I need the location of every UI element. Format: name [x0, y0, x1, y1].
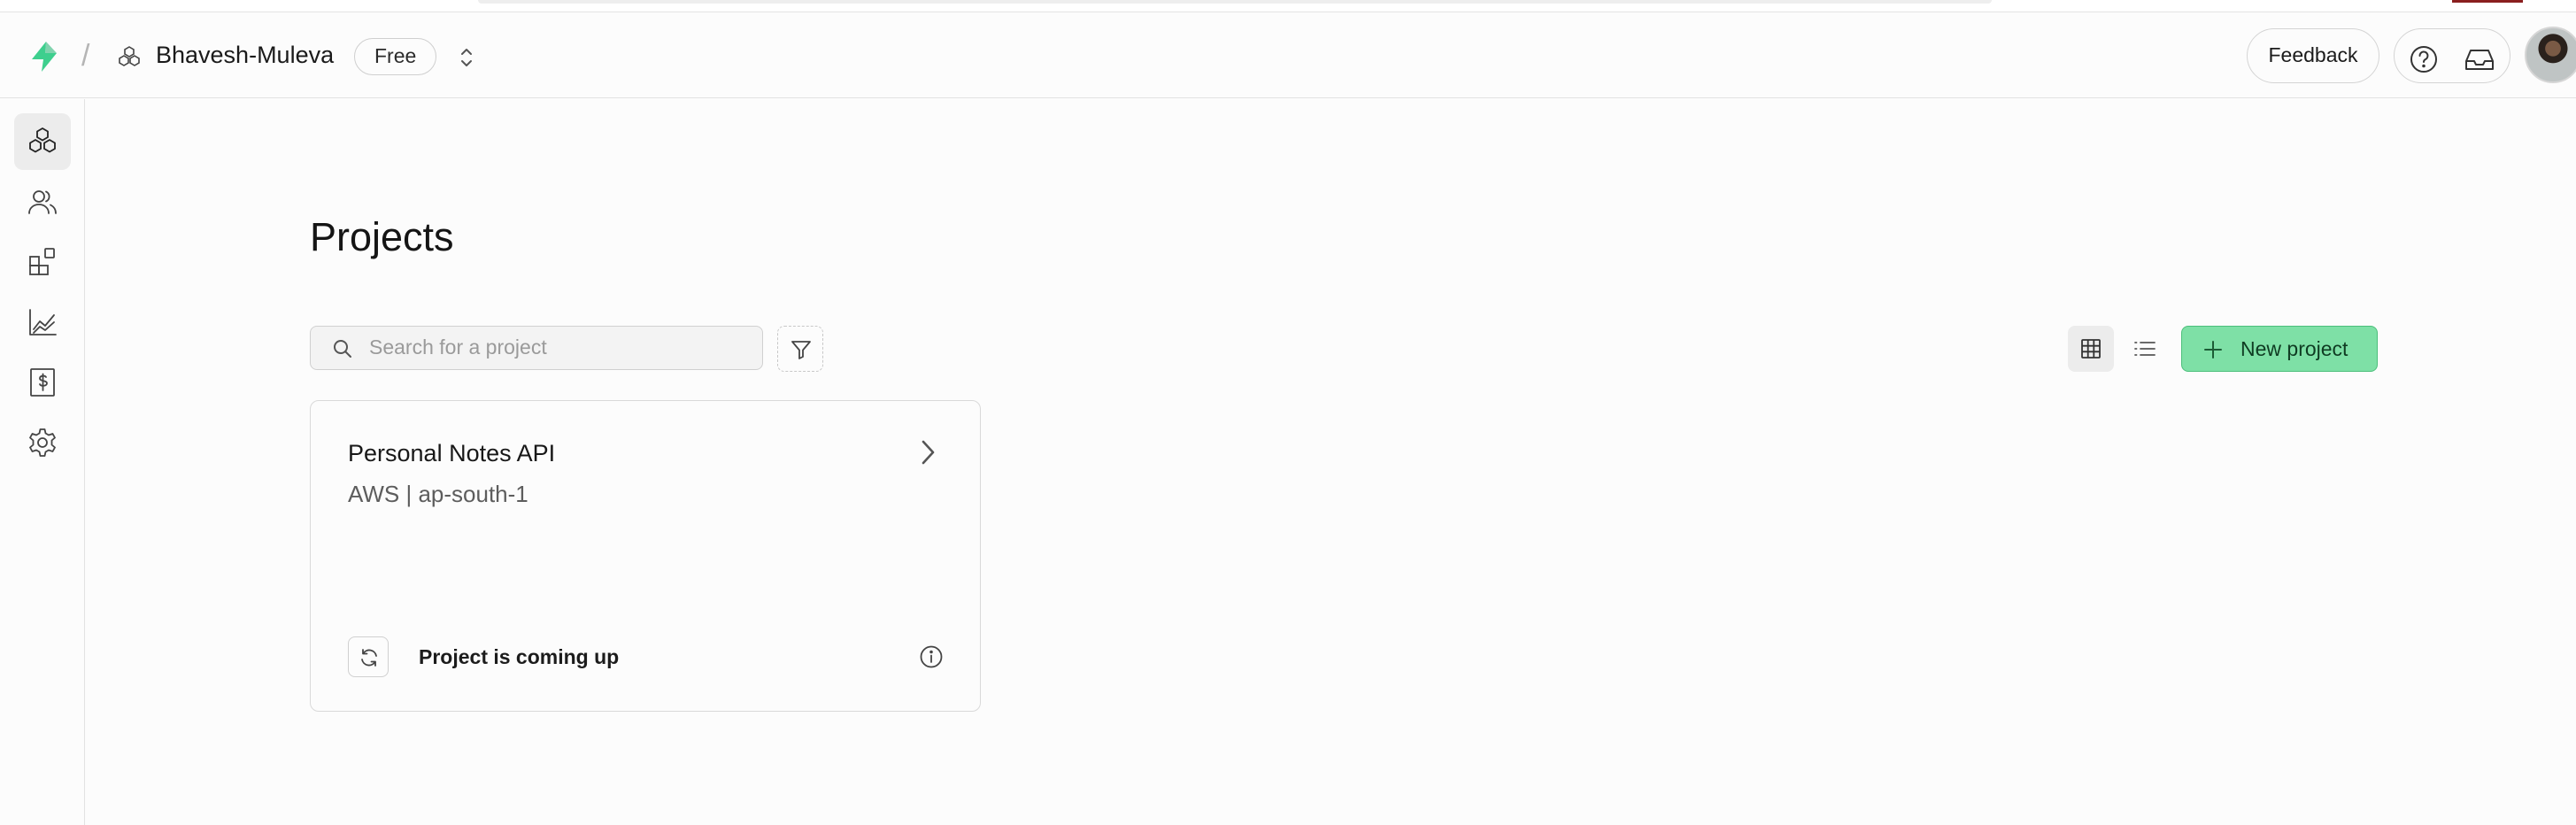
org-cubes-icon [119, 46, 140, 66]
inbox-icon[interactable] [2463, 43, 2496, 75]
lightning-bolt-logo[interactable] [27, 39, 62, 74]
top-header: / Bhavesh-Muleva Free Feedback [0, 12, 2576, 98]
new-project-label: New project [2241, 337, 2348, 360]
list-view-toggle[interactable] [2121, 326, 2167, 372]
status-icon-box [348, 636, 389, 677]
filter-button[interactable] [777, 326, 823, 372]
integrations-blocks-icon [29, 248, 55, 275]
sidebar-item-integrations[interactable] [14, 234, 71, 290]
team-users-icon [28, 190, 57, 214]
feedback-button[interactable]: Feedback [2247, 28, 2379, 83]
browser-top-strip [0, 0, 2576, 12]
filter-icon [791, 341, 811, 359]
project-region: AWS | ap-south-1 [348, 481, 528, 507]
browser-indicator [2452, 0, 2523, 3]
sidebar-item-projects[interactable] [14, 113, 71, 170]
sidebar-item-settings[interactable] [14, 414, 71, 471]
list-icon [2134, 342, 2156, 356]
avatar[interactable] [2525, 27, 2576, 83]
grid-view-toggle[interactable] [2068, 326, 2114, 372]
sidebar [0, 99, 85, 825]
sidebar-item-billing[interactable] [14, 354, 71, 411]
chevron-right-icon[interactable] [916, 436, 939, 468]
new-project-button[interactable]: New project [2181, 326, 2378, 372]
info-icon[interactable] [918, 644, 945, 670]
project-status: Project is coming up [419, 645, 620, 668]
settings-gear-icon [29, 428, 56, 457]
sidebar-item-usage[interactable] [14, 294, 71, 351]
billing-receipt-icon [30, 368, 55, 397]
search-box[interactable] [310, 326, 763, 370]
grid-icon [2081, 339, 2101, 359]
breadcrumb-separator: / [81, 39, 90, 73]
page-title: Projects [310, 214, 454, 260]
projects-cubes-icon [29, 127, 56, 153]
browser-address-strip [478, 0, 1992, 4]
help-circle-icon[interactable] [2408, 43, 2440, 75]
plus-icon [2204, 341, 2222, 359]
project-name: Personal Notes API [348, 440, 556, 466]
org-name[interactable]: Bhavesh-Muleva [156, 42, 334, 69]
search-icon [334, 340, 351, 358]
search-input[interactable] [367, 327, 748, 368]
chevron-up-down-icon[interactable] [455, 45, 478, 70]
refresh-icon [361, 649, 377, 667]
plan-badge: Free [354, 38, 437, 75]
project-card[interactable]: Personal Notes API AWS | ap-south-1 Proj… [310, 400, 981, 712]
usage-chart-icon [29, 309, 57, 335]
sidebar-item-team[interactable] [14, 173, 71, 230]
